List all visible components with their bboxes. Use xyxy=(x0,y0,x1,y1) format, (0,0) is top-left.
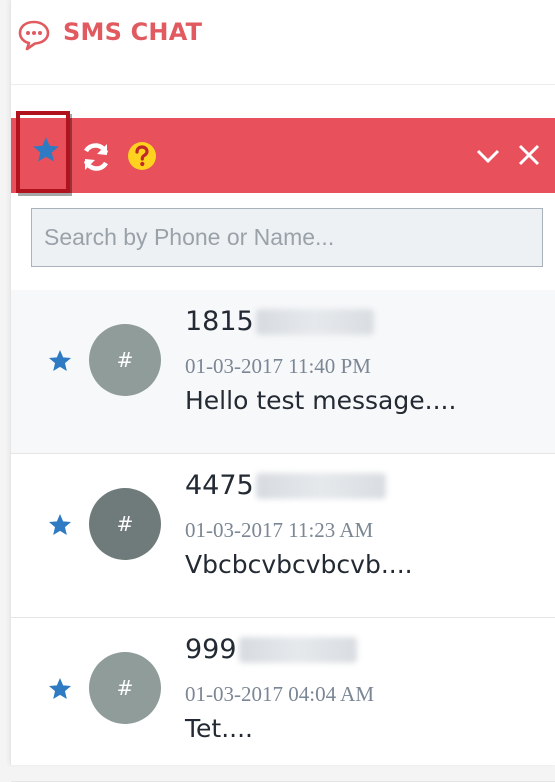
search-input[interactable] xyxy=(31,208,543,267)
conversation-list: # 1815 01-03-2017 11:40 PM Hello test me… xyxy=(11,290,555,782)
phone-visible-digits: 1815 xyxy=(185,306,254,337)
refresh-button[interactable] xyxy=(79,140,113,174)
contact-phone: 999 xyxy=(185,634,357,665)
avatar-label: # xyxy=(116,348,134,372)
star-icon[interactable] xyxy=(47,676,73,702)
contact-phone: 1815 xyxy=(185,306,374,337)
conversation-row[interactable]: # 999 01-03-2017 04:04 AM Tet.... xyxy=(11,618,555,782)
message-preview: Hello test message.... xyxy=(185,386,457,415)
collapse-button[interactable] xyxy=(474,144,502,168)
avatar: # xyxy=(89,652,161,724)
phone-visible-digits: 4475 xyxy=(185,470,254,501)
avatar-label: # xyxy=(116,676,134,700)
refresh-icon xyxy=(83,143,109,171)
redacted-digits xyxy=(238,636,357,663)
search-container xyxy=(31,208,543,267)
message-preview: Tet.... xyxy=(185,714,253,743)
help-icon xyxy=(128,142,156,170)
close-icon xyxy=(518,144,540,166)
chevron-down-icon xyxy=(476,149,500,164)
star-icon[interactable] xyxy=(47,348,73,374)
chat-toolbar xyxy=(11,111,555,193)
message-preview: Vbcbcvbcvbcvb.... xyxy=(185,550,413,579)
chat-bubble-icon xyxy=(17,19,51,51)
sms-chat-panel: SMS CHAT Search by Phone or Name... # 18… xyxy=(10,0,555,782)
conversation-row[interactable]: # 4475 01-03-2017 11:23 AM Vbcbcvbcvbcvb… xyxy=(11,454,555,618)
avatar: # xyxy=(89,324,161,396)
star-icon[interactable] xyxy=(47,512,73,538)
contact-phone: 4475 xyxy=(185,470,386,501)
panel-title: SMS CHAT xyxy=(63,18,203,46)
message-timestamp: 01-03-2017 11:23 AM xyxy=(185,518,374,542)
help-button[interactable] xyxy=(126,140,158,172)
avatar-label: # xyxy=(116,512,134,536)
starred-filter-button[interactable] xyxy=(16,111,70,193)
panel-header: SMS CHAT xyxy=(11,0,555,85)
phone-visible-digits: 999 xyxy=(185,634,237,665)
redacted-digits xyxy=(255,472,386,499)
close-button[interactable] xyxy=(516,142,542,168)
message-timestamp: 01-03-2017 04:04 AM xyxy=(185,682,374,706)
conversation-row[interactable]: # 1815 01-03-2017 11:40 PM Hello test me… xyxy=(11,290,555,454)
avatar: # xyxy=(89,488,161,560)
redacted-digits xyxy=(255,308,374,335)
star-icon xyxy=(33,137,59,162)
message-timestamp: 01-03-2017 11:40 PM xyxy=(185,354,371,378)
